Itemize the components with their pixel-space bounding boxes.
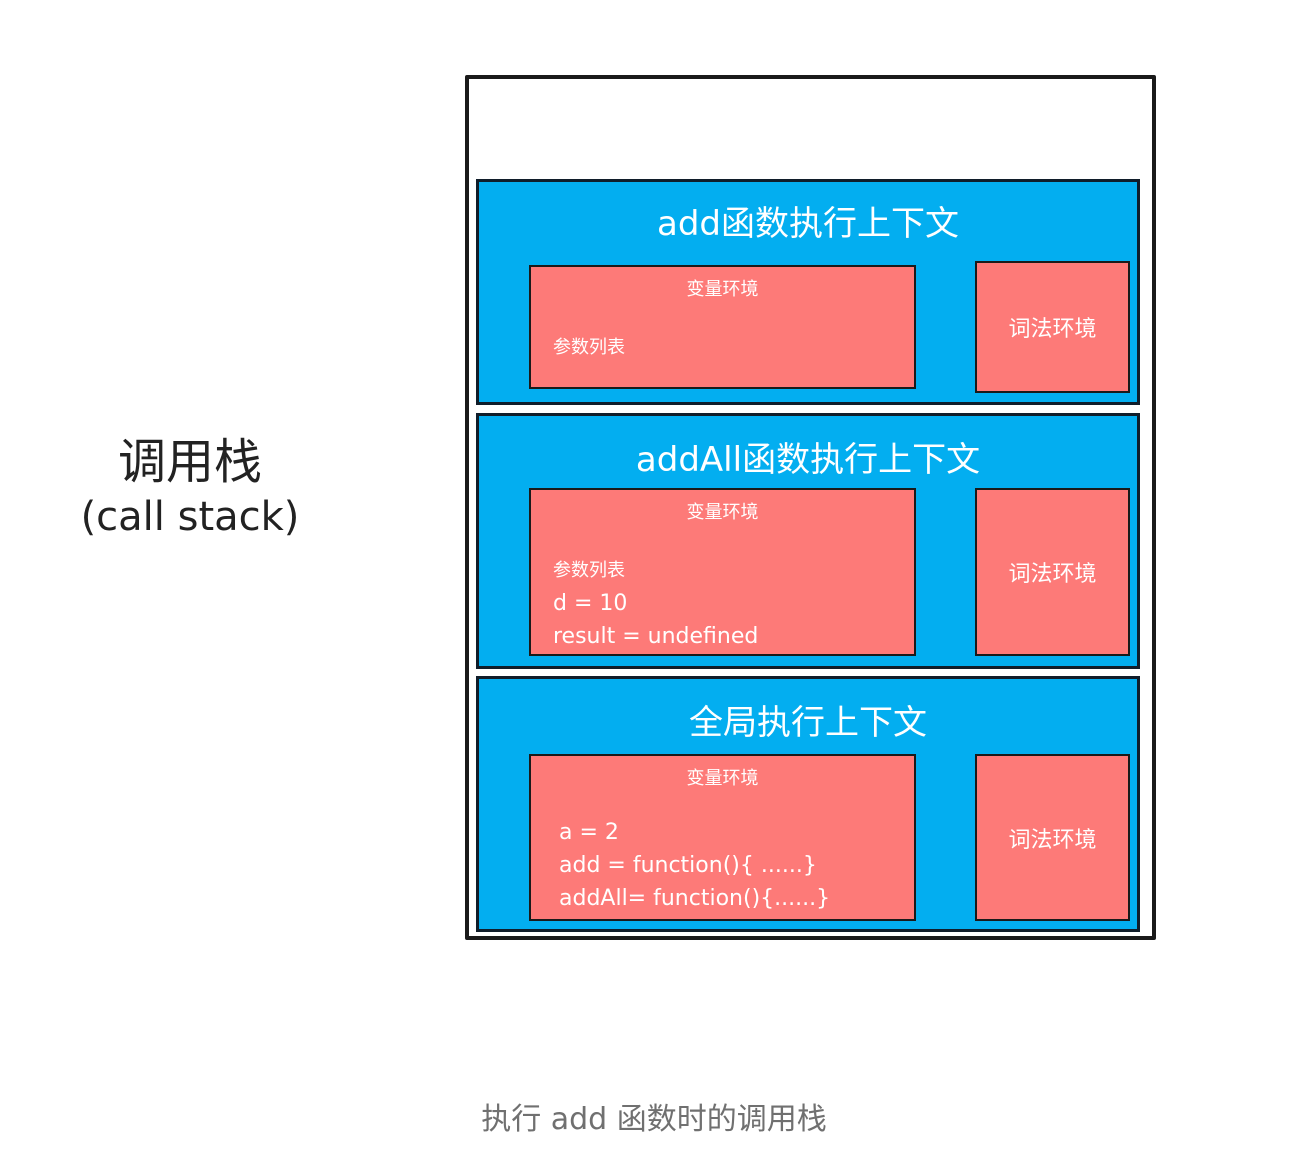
variable-line: addAll= function(){......} bbox=[559, 886, 831, 911]
call-stack-subtitle: (call stack) bbox=[80, 494, 300, 540]
variable-line: add = function(){ ......} bbox=[559, 853, 817, 878]
variable-line: result = undefined bbox=[553, 624, 759, 649]
variable-environment-lines: 参数列表 bbox=[553, 331, 625, 364]
variable-environment-lines: 参数列表 d = 10 result = undefined bbox=[553, 554, 758, 653]
variable-environment-lines: a = 2 add = function(){ ......} addAll= … bbox=[559, 816, 830, 915]
variable-environment: 变量环境 a = 2 add = function(){ ......} add… bbox=[529, 754, 916, 921]
figure-caption: 执行 add 函数时的调用栈 bbox=[481, 1102, 827, 1137]
variable-line: 参数列表 bbox=[553, 337, 625, 358]
lexical-environment: 词法环境 bbox=[975, 754, 1130, 921]
lexical-environment: 词法环境 bbox=[975, 261, 1130, 393]
variable-line: d = 10 bbox=[553, 591, 628, 616]
variable-environment-title: 变量环境 bbox=[686, 502, 759, 523]
global-execution-context: 全局执行上下文 变量环境 a = 2 add = function(){ ...… bbox=[476, 676, 1140, 932]
variable-environment-title: 变量环境 bbox=[686, 279, 759, 300]
frame-title: add函数执行上下文 bbox=[657, 204, 959, 244]
addall-execution-context: addAll函数执行上下文 变量环境 参数列表 d = 10 result = … bbox=[476, 413, 1140, 669]
variable-environment: 变量环境 参数列表 d = 10 result = undefined bbox=[529, 488, 916, 656]
variable-line: a = 2 bbox=[559, 820, 619, 845]
frame-title: 全局执行上下文 bbox=[689, 703, 927, 743]
variable-environment: 变量环境 参数列表 bbox=[529, 265, 916, 389]
frame-title: addAll函数执行上下文 bbox=[635, 440, 981, 480]
lexical-environment: 词法环境 bbox=[975, 488, 1130, 656]
add-execution-context: add函数执行上下文 变量环境 参数列表 词法环境 bbox=[476, 179, 1140, 405]
variable-environment-title: 变量环境 bbox=[686, 768, 759, 789]
variable-line: 参数列表 bbox=[553, 560, 625, 581]
call-stack-title: 调用栈 bbox=[117, 434, 262, 490]
